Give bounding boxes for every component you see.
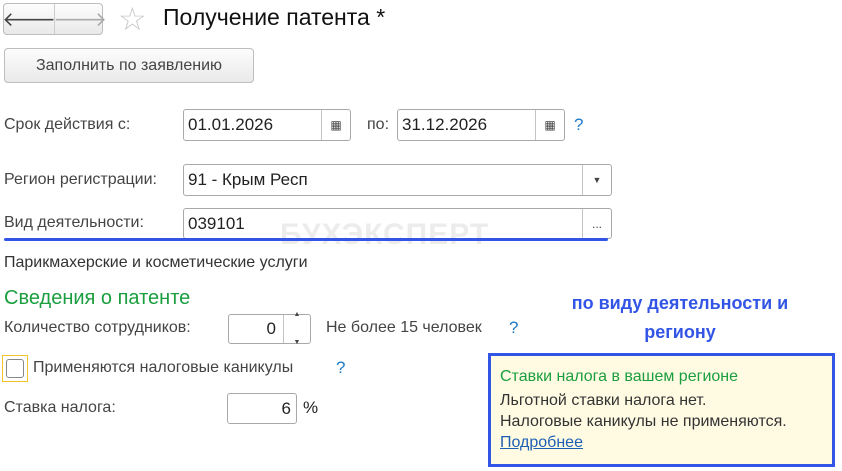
chevron-down-icon[interactable]: ▼ [294,329,301,357]
rate-unit: % [303,398,319,417]
nav-buttons: 🡐 🡒 [2,3,107,35]
info-title: Ставки налога в вашем регионе [500,368,739,385]
annotation: по виду деятельности и региону [571,293,789,342]
holidays-checkbox[interactable] [2,355,28,382]
arrow-right-icon: 🡒 [53,8,107,31]
help-icon[interactable]: ? [509,318,518,338]
info-line: Налоговые каникулы не применяются. [500,413,787,430]
rate-input[interactable]: 6 [227,393,297,424]
more-link[interactable]: Подробнее [500,434,583,451]
stepper-buttons[interactable]: ▲ ▼ [283,311,310,346]
star-icon[interactable]: ☆ [118,0,147,38]
rate-label: Ставка налога: [4,399,116,416]
arrow-left-icon: 🡐 [2,8,56,31]
forward-button[interactable]: 🡒 [53,4,107,34]
employees-hint: Не более 15 человек [326,319,482,336]
chevron-up-icon[interactable]: ▲ [294,301,301,329]
tax-rate-info-box: Ставки налога в вашем регионе Льготной с… [488,353,835,467]
back-button[interactable]: 🡐 [2,4,56,34]
highlight-underline [4,238,608,241]
info-line: Льготной ставки налога нет. [500,392,707,409]
calendar-icon[interactable]: ▦ [535,110,564,140]
calendar-icon[interactable]: ▦ [321,110,350,140]
page-title: Получение патента * [163,4,386,30]
employees-stepper[interactable]: 0 ▲ ▼ [228,311,311,346]
date-from-input[interactable]: 01.01.2026 ▦ [183,109,351,141]
holidays-label: Применяются налоговые каникулы [33,359,294,376]
select-button[interactable]: ... [582,209,611,238]
employees-label: Количество сотрудников: [4,319,191,336]
period-label: Срок действия с: [4,116,131,133]
activity-description: Парикмахерские и косметические услуги [4,254,308,271]
activity-label: Вид деятельности: [4,214,144,231]
fill-from-application-button[interactable]: Заполнить по заявлению [4,48,254,83]
period-to-label: по: [367,116,390,133]
region-select[interactable]: 91 - Крым Респ ▼ [183,164,612,196]
activity-input[interactable]: 039101... [183,208,612,239]
date-to-input[interactable]: 31.12.2026 ▦ [397,109,565,141]
region-label: Регион регистрации: [4,171,157,188]
section-title: Сведения о патенте [4,287,191,309]
help-icon[interactable]: ? [336,358,345,378]
chevron-down-icon[interactable]: ▼ [582,165,611,195]
help-icon[interactable]: ? [574,115,583,135]
